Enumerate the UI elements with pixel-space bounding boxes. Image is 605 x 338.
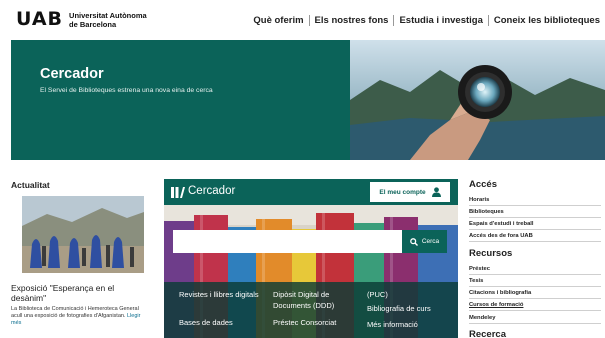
logo-line-2: de Barcelona (69, 19, 117, 29)
acces-horaris[interactable]: Horaris (469, 195, 601, 206)
acces-fora-uab[interactable]: Accés des de fora UAB (469, 231, 601, 242)
link-prestec-consorciat[interactable]: Préstec Consorciat (273, 317, 336, 328)
recursos-cursos-formacio[interactable]: Cursos de formació (469, 300, 601, 311)
recerca-title: Recerca (469, 329, 506, 338)
search-input[interactable] (173, 230, 402, 253)
link-bibliografia-de-curs[interactable]: Bibliografia de curs (367, 303, 431, 314)
news-body: La Biblioteca de Comunicació i Hemerotec… (11, 306, 139, 319)
cercador-title: Cercador (188, 185, 236, 197)
hero-banner[interactable]: Cercador El Servei de Biblioteques estre… (11, 40, 605, 160)
uab-logo[interactable]: UAB Universitat Autònoma de Barcelona (16, 10, 147, 29)
nav-coneix-les-biblioteques[interactable]: Coneix les biblioteques (487, 15, 605, 26)
user-icon (431, 187, 441, 197)
search-button[interactable]: Cerca (402, 230, 447, 253)
top-navigation: Què oferim Els nostres fons Estudia i in… (248, 15, 605, 26)
acces-title: Accés (469, 179, 497, 190)
cercador-logo-icon (171, 187, 185, 198)
logo-text: Universitat Autònoma de Barcelona (69, 11, 147, 29)
link-diposit-digital[interactable]: Dipòsit Digital de Documents (DDD) (273, 289, 353, 311)
recursos-mendeley[interactable]: Mendeley (469, 313, 601, 324)
search-icon (409, 237, 418, 246)
hero-subtitle: El Servei de Biblioteques estrena una no… (40, 87, 213, 94)
cercador-header: Cercador El meu compte (164, 179, 458, 205)
recursos-citacions[interactable]: Citacions i bibliografia (469, 288, 601, 299)
acces-biblioteques[interactable]: Biblioteques (469, 207, 601, 218)
recursos-tesis[interactable]: Tesis (469, 276, 601, 287)
news-section: Actualitat Exposició "Esperança en el de… (11, 180, 151, 326)
my-account-button[interactable]: El meu compte (370, 182, 450, 202)
link-revistes-llibres-digitals[interactable]: Revistes i llibres digitals (179, 289, 259, 300)
hero-lens-photo (350, 40, 605, 160)
nav-estudia-i-investiga[interactable]: Estudia i investiga (393, 15, 487, 26)
nav-els-nostres-fons[interactable]: Els nostres fons (308, 15, 394, 26)
news-section-title: Actualitat (11, 180, 50, 190)
my-account-label: El meu compte (379, 188, 426, 196)
site-header: UAB Universitat Autònoma de Barcelona Qu… (0, 0, 605, 40)
news-photo[interactable] (22, 196, 144, 273)
hero-title: Cercador (40, 66, 104, 82)
news-text: La Biblioteca de Comunicació i Hemerotec… (11, 306, 151, 327)
recursos-title: Recursos (469, 248, 513, 259)
recursos-prestec[interactable]: Préstec (469, 264, 601, 275)
logo-mark: UAB (16, 8, 64, 30)
news-title[interactable]: Exposició "Esperança en el desànim" (11, 283, 149, 303)
acces-espais-estudi[interactable]: Espais d'estudi i treball (469, 219, 601, 230)
link-mes-informacio[interactable]: Més informació (367, 319, 418, 330)
nav-que-oferim[interactable]: Què oferim (248, 15, 308, 26)
search-button-label: Cerca (421, 238, 440, 245)
link-bases-de-dades[interactable]: Bases de dades (179, 317, 233, 328)
cercador-widget: Cercador El meu compte Cerca Revistes i … (164, 179, 458, 338)
link-puc[interactable]: (PUC) (367, 289, 388, 300)
cercador-links: Revistes i llibres digitals Bases de dad… (164, 282, 458, 338)
logo-line-1: Universitat Autònoma (69, 10, 147, 20)
